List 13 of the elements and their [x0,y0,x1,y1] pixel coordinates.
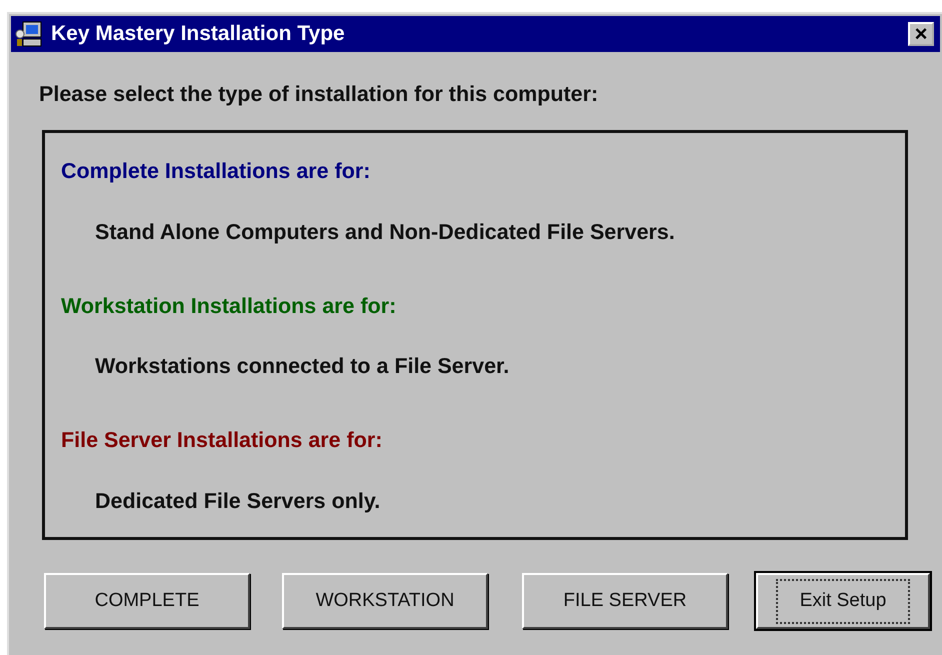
section-text: Workstations connected to a File Server. [95,353,510,380]
install-button[interactable]: FILE SERVER [522,573,728,630]
section-heading: Workstation Installations are for: [61,292,398,320]
install-button[interactable]: WORKSTATION [282,573,488,630]
section-heading: Complete Installations are for: [61,158,372,186]
window-title: Key Mastery Installation Type [51,21,345,48]
section-heading: File Server Installations are for: [61,427,384,454]
section-text: Stand Alone Computers and Non-Dedicated File Servers. [95,218,676,246]
install-button[interactable]: COMPLETE [44,573,250,630]
section-text: Dedicated File Servers only. [95,488,382,514]
prompt-text: Please select the type of installation for this computer: [39,81,600,108]
install-button[interactable]: Exit Setup [756,573,930,630]
close-button[interactable]: × [908,22,934,46]
